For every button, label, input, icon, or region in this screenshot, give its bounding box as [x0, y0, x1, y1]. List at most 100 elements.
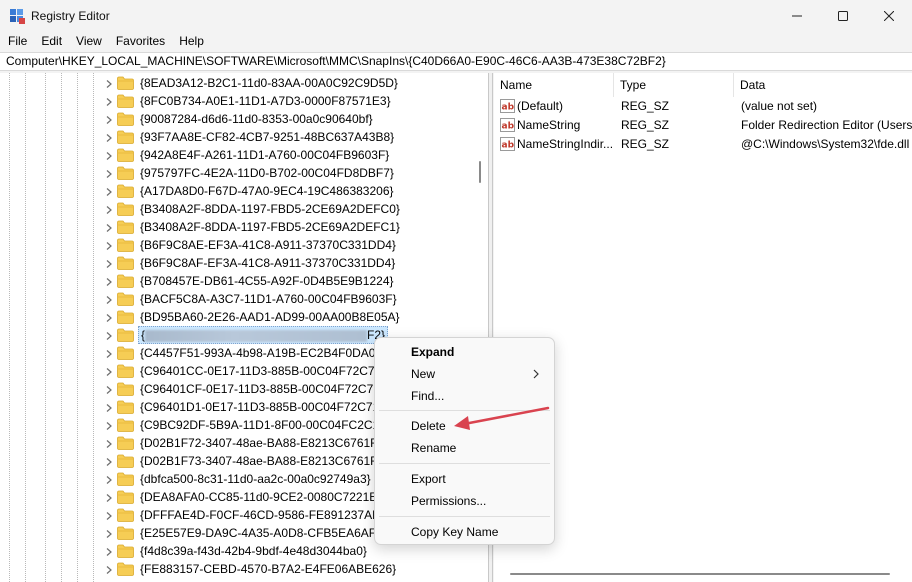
chevron-right-icon[interactable] [104, 528, 114, 538]
tree-item[interactable]: {B3408A2F-8DDA-1197-FBD5-2CE69A2DEFC0} [0, 200, 470, 218]
tree-item[interactable]: {90087284-d6d6-11d0-8353-00a0c90640bf} [0, 110, 470, 128]
tree-item-label[interactable]: {B3408A2F-8DDA-1197-FBD5-2CE69A2DEFC1} [138, 218, 402, 236]
folder-icon [117, 76, 134, 90]
tree-item[interactable]: {B708457E-DB61-4C55-A92F-0D4B5E9B1224} [0, 272, 470, 290]
value-row[interactable]: ab (Default) REG_SZ (value not set) [494, 97, 912, 116]
maximize-button[interactable] [820, 0, 866, 32]
tree-item[interactable]: {A17DA8D0-F67D-47A0-9EC4-19C486383206} [0, 182, 470, 200]
tree-item-label[interactable]: {BACF5C8A-A3C7-11D1-A760-00C04FB9603F} [138, 290, 399, 308]
folder-icon [117, 274, 134, 288]
chevron-right-icon[interactable] [104, 546, 114, 556]
chevron-right-icon[interactable] [104, 96, 114, 106]
tree-item-label[interactable]: {C96401CF-0E17-11D3-885B-00C04F72C717} [138, 380, 393, 398]
tree-item[interactable]: {93F7AA8E-CF82-4CB7-9251-48BC637A43B8} [0, 128, 470, 146]
chevron-right-icon[interactable] [104, 402, 114, 412]
chevron-right-icon[interactable] [104, 168, 114, 178]
menu-separator [379, 463, 550, 464]
chevron-right-icon[interactable] [104, 564, 114, 574]
chevron-right-icon[interactable] [104, 258, 114, 268]
chevron-right-icon[interactable] [104, 222, 114, 232]
chevron-right-icon[interactable] [104, 384, 114, 394]
chevron-right-icon[interactable] [104, 294, 114, 304]
chevron-right-icon[interactable] [104, 474, 114, 484]
tree-item-label[interactable]: {B708457E-DB61-4C55-A92F-0D4B5E9B1224} [138, 272, 396, 290]
menu-help[interactable]: Help [172, 32, 211, 50]
column-header-name[interactable]: Name [494, 73, 614, 97]
column-header-type[interactable]: Type [614, 73, 734, 97]
tree-item-label[interactable]: {DEA8AFA0-CC85-11d0-9CE2-0080C7221EBD} [138, 488, 400, 506]
tree-item-label[interactable]: {90087284-d6d6-11d0-8353-00a0c90640bf} [138, 110, 375, 128]
folder-icon [117, 112, 134, 126]
tree-item-label[interactable]: {F2} [138, 326, 389, 344]
tree-item-label[interactable]: {C96401D1-0E17-11D3-885B-00C04F72C717} [138, 398, 392, 416]
chevron-right-icon[interactable] [104, 186, 114, 196]
close-button[interactable] [866, 0, 912, 32]
menu-item-export[interactable]: Export [379, 468, 550, 490]
tree-item-label[interactable]: {8EAD3A12-B2C1-11d0-83AA-00A0C92C9D5D} [138, 74, 400, 92]
chevron-right-icon[interactable] [104, 240, 114, 250]
tree-item-label[interactable]: {D02B1F72-3407-48ae-BA88-E8213C6761F1} [138, 434, 390, 452]
chevron-right-icon[interactable] [104, 456, 114, 466]
menu-item-new[interactable]: New [379, 363, 550, 385]
menu-file[interactable]: File [0, 32, 34, 50]
tree-item[interactable]: {B6F9C8AE-EF3A-41C8-A911-37370C331DD4} [0, 236, 470, 254]
values-scrollbar-thumb[interactable] [510, 573, 890, 575]
values-pane[interactable]: Name Type Data ab (Default) REG_SZ (value n… [494, 73, 912, 582]
tree-item[interactable]: {BACF5C8A-A3C7-11D1-A760-00C04FB9603F} [0, 290, 470, 308]
tree-item-label[interactable]: {B6F9C8AF-EF3A-41C8-A911-37370C331DD4} [138, 254, 397, 272]
chevron-right-icon[interactable] [104, 114, 114, 124]
tree-scrollbar-thumb[interactable] [479, 161, 481, 183]
chevron-right-icon[interactable] [104, 312, 114, 322]
menu-item-permissions[interactable]: Permissions... [379, 490, 550, 512]
tree-item-label[interactable]: {942A8E4F-A261-11D1-A760-00C04FB9603F} [138, 146, 391, 164]
tree-item[interactable]: {FE883157-CEBD-4570-B7A2-E4FE06ABE626} [0, 560, 470, 578]
tree-item-label[interactable]: {BD95BA60-2E26-AAD1-AD99-00AA00B8E05A} [138, 308, 402, 326]
tree-item-label[interactable]: {DFFFAE4D-F0CF-46CD-9586-FE891237AB8A} [138, 506, 401, 524]
chevron-right-icon[interactable] [104, 330, 114, 340]
menu-view[interactable]: View [69, 32, 109, 50]
chevron-right-icon[interactable] [104, 132, 114, 142]
menu-item-rename[interactable]: Rename [379, 437, 550, 459]
menu-item-copy-key-name[interactable]: Copy Key Name [379, 521, 550, 543]
tree-item-label[interactable]: {975797FC-4E2A-11D0-B702-00C04FD8DBF7} [138, 164, 396, 182]
chevron-right-icon[interactable] [104, 510, 114, 520]
tree-item-label[interactable]: {D02B1F73-3407-48ae-BA88-E8213C6761F1} [138, 452, 390, 470]
tree-item-label[interactable]: {B3408A2F-8DDA-1197-FBD5-2CE69A2DEFC0} [138, 200, 402, 218]
tree-item-label[interactable]: {8FC0B734-A0E1-11D1-A7D3-0000F87571E3} [138, 92, 393, 110]
tree-item-label[interactable]: {C9BC92DF-5B9A-11D1-8F00-00C04FC2C17B} [138, 416, 400, 434]
menu-edit[interactable]: Edit [34, 32, 69, 50]
tree-item-label[interactable]: {dbfca500-8c31-11d0-aa2c-00a0c92749a3} [138, 470, 373, 488]
chevron-right-icon[interactable] [104, 204, 114, 214]
tree-item[interactable]: {975797FC-4E2A-11D0-B702-00C04FD8DBF7} [0, 164, 470, 182]
value-row[interactable]: ab NameStringIndir... REG_SZ @C:\Windows\Sy… [494, 135, 912, 154]
chevron-right-icon[interactable] [104, 438, 114, 448]
column-header-data[interactable]: Data [734, 73, 912, 97]
minimize-button[interactable] [774, 0, 820, 32]
chevron-right-icon[interactable] [104, 276, 114, 286]
chevron-right-icon[interactable] [104, 150, 114, 160]
chevron-right-icon[interactable] [104, 420, 114, 430]
tree-item[interactable]: {B3408A2F-8DDA-1197-FBD5-2CE69A2DEFC1} [0, 218, 470, 236]
menu-favorites[interactable]: Favorites [109, 32, 172, 50]
tree-item-label[interactable]: {C4457F51-993A-4b98-A19B-EC2B4F0DA087} [138, 344, 395, 362]
values-horizontal-scrollbar[interactable] [494, 566, 912, 582]
chevron-right-icon[interactable] [104, 492, 114, 502]
tree-item[interactable]: {8FC0B734-A0E1-11D1-A7D3-0000F87571E3} [0, 92, 470, 110]
tree-item-label[interactable]: {f4d8c39a-f43d-42b4-9bdf-4e48d3044ba0} [138, 542, 369, 560]
tree-item[interactable]: {942A8E4F-A261-11D1-A760-00C04FB9603F} [0, 146, 470, 164]
tree-item-label[interactable]: {93F7AA8E-CF82-4CB7-9251-48BC637A43B8} [138, 128, 396, 146]
chevron-right-icon[interactable] [104, 348, 114, 358]
chevron-right-icon[interactable] [104, 78, 114, 88]
tree-item[interactable]: {B6F9C8AF-EF3A-41C8-A911-37370C331DD4} [0, 254, 470, 272]
tree-item-label[interactable]: {A17DA8D0-F67D-47A0-9EC4-19C486383206} [138, 182, 396, 200]
tree-item[interactable]: {8EAD3A12-B2C1-11d0-83AA-00A0C92C9D5D} [0, 74, 470, 92]
tree-item[interactable]: {BD95BA60-2E26-AAD1-AD99-00AA00B8E05A} [0, 308, 470, 326]
menu-item-expand[interactable]: Expand [379, 341, 550, 363]
value-row[interactable]: ab NameString REG_SZ Folder Redirection Edi… [494, 116, 912, 135]
tree-item-label[interactable]: {B6F9C8AE-EF3A-41C8-A911-37370C331DD4} [138, 236, 398, 254]
tree-item-label[interactable]: {C96401CC-0E17-11D3-885B-00C04F72C717} [138, 362, 394, 380]
address-bar[interactable]: Computer\HKEY_LOCAL_MACHINE\SOFTWARE\Mic… [0, 52, 912, 71]
tree-item-label[interactable]: {E25E57E9-DA9C-4A35-A0D8-CFB5EA6AF7E6} [138, 524, 403, 542]
tree-item-label[interactable]: {FE883157-CEBD-4570-B7A2-E4FE06ABE626} [138, 560, 398, 578]
chevron-right-icon[interactable] [104, 366, 114, 376]
